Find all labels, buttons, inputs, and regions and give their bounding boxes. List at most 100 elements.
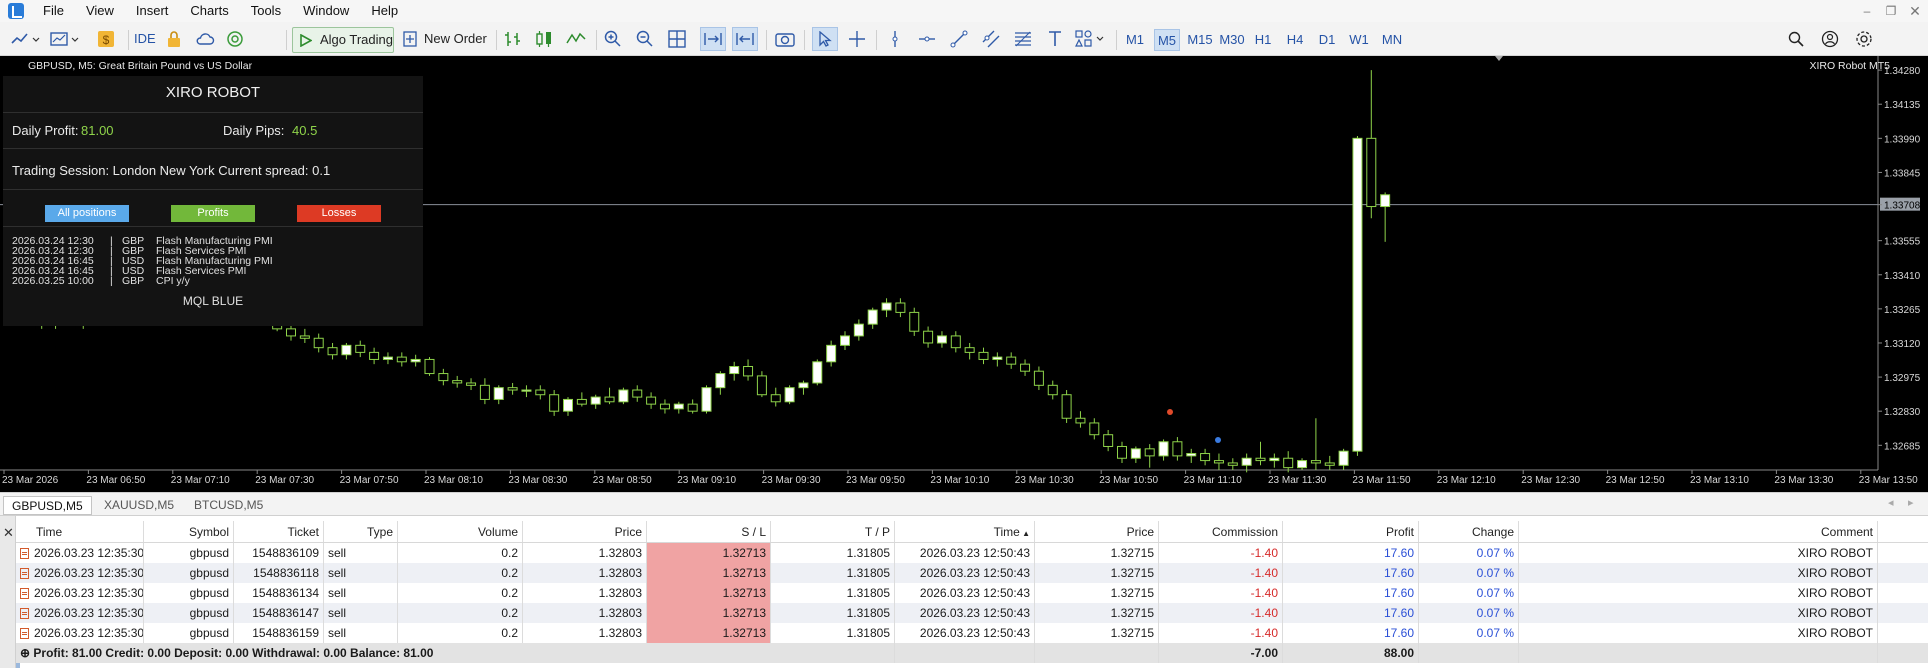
column-header-time[interactable]: Time [16,521,144,542]
column-header-type[interactable]: Type [324,521,398,542]
cursor-icon[interactable] [812,27,838,51]
lock-icon[interactable] [164,27,184,51]
summary-row[interactable]: ⊕ Profit: 81.00 Credit: 0.00 Deposit: 0.… [16,643,1928,663]
column-header-close-price[interactable]: Price [1035,521,1159,542]
cell-tp: 1.31805 [771,583,895,603]
price-label: 1.33120 [1884,339,1921,350]
algo-trading-button[interactable]: Algo Trading [292,27,394,53]
settings-icon[interactable] [1854,27,1874,51]
panel-title: XIRO ROBOT [165,84,261,101]
column-header-commission[interactable]: Commission [1159,521,1283,542]
candlestick-icon[interactable] [532,27,556,51]
tabs-scroll-right-icon[interactable]: ▸ [1908,496,1914,509]
cell-value: 1548836147 [252,606,319,620]
menu-help[interactable]: Help [360,0,409,22]
menu-tools[interactable]: Tools [240,0,292,22]
column-header-volume[interactable]: Volume [398,521,523,542]
crosshair-icon[interactable] [846,27,868,51]
channel-icon[interactable] [980,27,1002,51]
account-icon[interactable] [1820,27,1840,51]
profiles-icon[interactable] [48,27,82,51]
time-label: 23 Mar 07:10 [171,475,230,486]
tab-xauusd[interactable]: XAUUSD,M5 [96,496,182,515]
horizontal-line-icon[interactable] [916,27,938,51]
table-row[interactable]: 2026.03.23 12:35:30 gbpusd 1548836109 sell 0… [16,543,1928,563]
menu-file[interactable]: File [32,0,75,22]
new-order-icon[interactable] [402,27,418,51]
zoom-in-icon[interactable] [602,27,624,51]
minimize-icon[interactable]: – [1858,0,1876,22]
new-chart-icon[interactable] [8,27,42,51]
close-toolbox-icon[interactable]: ✕ [3,525,14,541]
column-header-change[interactable]: Change [1419,521,1519,542]
signals-icon[interactable] [224,27,246,51]
table-row[interactable]: 2026.03.23 12:35:30 gbpusd 1548836118 sell 0… [16,563,1928,583]
shapes-icon[interactable] [1074,27,1108,51]
restore-icon[interactable]: ❐ [1882,0,1900,22]
new-order-button[interactable]: New Order [424,27,487,51]
timeframe-m30[interactable]: M30 [1216,29,1248,51]
screenshot-icon[interactable] [774,27,796,51]
table-row[interactable]: 2026.03.23 12:35:30 gbpusd 1548836134 sell 0… [16,583,1928,603]
candle-body [1117,445,1127,459]
cell-sl: 1.32713 [647,603,771,623]
timeframe-m1[interactable]: M1 [1122,29,1148,51]
timeframe-mn[interactable]: MN [1378,29,1406,51]
all-positions-button[interactable]: All positions [45,205,129,222]
losses-button[interactable]: Losses [297,205,381,222]
column-header-tp[interactable]: T / P [771,521,895,542]
search-icon[interactable] [1786,27,1806,51]
timeframe-d1[interactable]: D1 [1314,29,1340,51]
dollar-icon[interactable]: $ [96,27,116,51]
summary-empty-cell [895,643,1035,663]
cell-value: 2026.03.23 12:50:43 [919,586,1030,600]
timeframe-h1[interactable]: H1 [1250,29,1276,51]
close-icon[interactable]: ✕ [1906,0,1924,22]
fibonacci-icon[interactable] [1012,27,1034,51]
time-label: 23 Mar 13:10 [1690,475,1749,486]
trendline-icon[interactable] [948,27,970,51]
menu-charts[interactable]: Charts [179,0,239,22]
menu-view[interactable]: View [75,0,125,22]
ide-button[interactable]: IDE [134,27,156,51]
column-header-label: Type [366,525,393,539]
bar-chart-icon[interactable] [502,27,526,51]
timeframe-w1[interactable]: W1 [1346,29,1372,51]
table-row[interactable]: 2026.03.23 12:35:30 gbpusd 1548836159 sell 0… [16,623,1928,643]
brand-footer: MQL BLUE [182,294,244,308]
profits-button[interactable]: Profits [171,205,255,222]
line-chart-icon[interactable] [564,27,588,51]
column-header-comment[interactable]: Comment [1519,521,1878,542]
chart-shift-marker[interactable] [1495,56,1503,61]
tile-windows-icon[interactable] [666,27,688,51]
cell-value: 1.32715 [1110,626,1154,640]
timeframe-m5[interactable]: M5 [1154,29,1180,51]
zoom-out-icon[interactable] [634,27,656,51]
column-header-profit[interactable]: Profit [1283,521,1419,542]
menu-insert[interactable]: Insert [125,0,180,22]
column-header-symbol[interactable]: Symbol [144,521,234,542]
text-tool-icon[interactable] [1044,27,1066,51]
vertical-line-icon[interactable] [884,27,906,51]
expand-icon[interactable]: ⊕ [20,646,33,660]
column-header-ticket[interactable]: Ticket [234,521,324,542]
table-row[interactable]: 2026.03.23 12:35:30 gbpusd 1548836147 sell 0… [16,603,1928,623]
expert-advisor-label[interactable]: XIRO Robot MT5 [1809,60,1890,72]
tab-btcusd[interactable]: BTCUSD,M5 [186,496,271,515]
tabs-scroll-left-icon[interactable]: ◂ [1888,496,1894,509]
price-chart[interactable]: 1.34280 1.34135 1.33990 1.33845 1.33708 1.335… [0,56,1928,492]
column-header-label: T / P [864,525,890,539]
candle-body [410,358,421,363]
timeframe-m15[interactable]: M15 [1184,29,1216,51]
autoscroll-icon[interactable] [700,27,726,51]
timeframe-h4[interactable]: H4 [1282,29,1308,51]
cell-value: 2026.03.23 12:50:43 [919,546,1030,560]
tab-gbpusd[interactable]: GBPUSD,M5 [3,496,92,515]
cloud-icon[interactable] [194,27,216,51]
column-header-close-time[interactable]: Time ▲ [895,521,1035,542]
algo-trading-label: Algo Trading [320,32,393,47]
menu-window[interactable]: Window [292,0,360,22]
column-header-sl[interactable]: S / L [647,521,771,542]
chart-shift-icon[interactable] [732,27,758,51]
column-header-price[interactable]: Price [523,521,647,542]
